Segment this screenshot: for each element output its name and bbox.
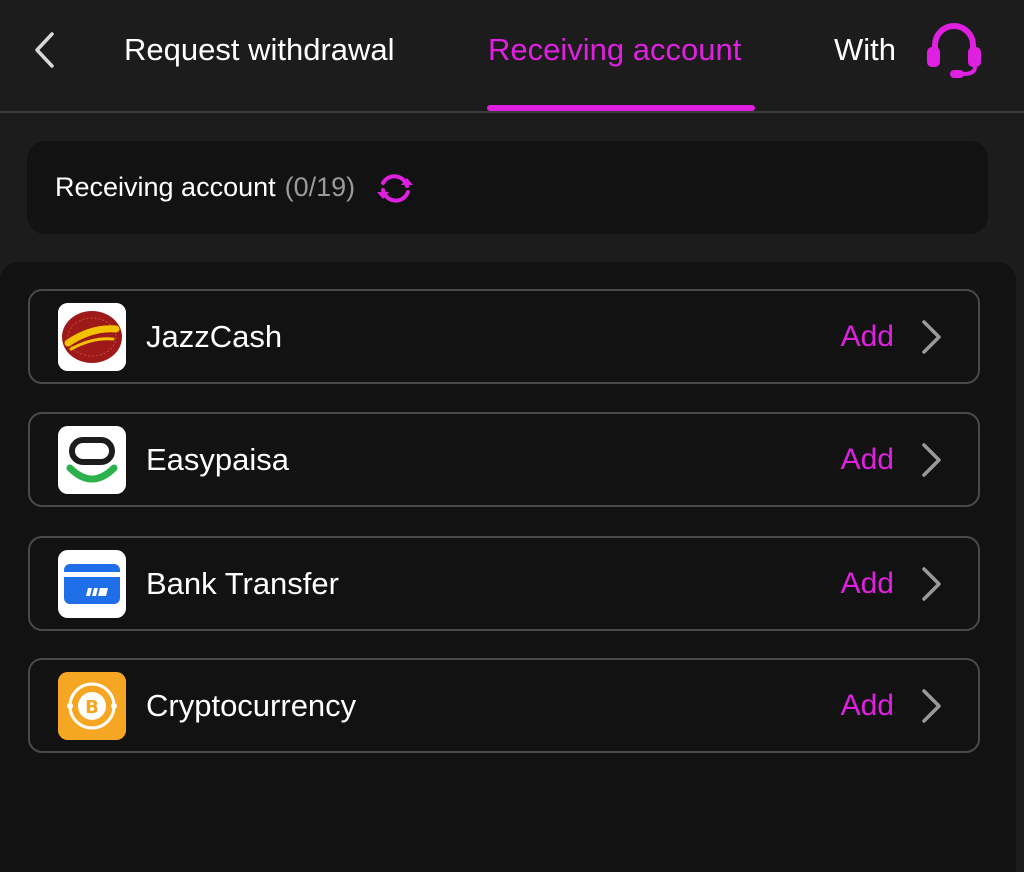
add-button[interactable]: Add bbox=[841, 443, 894, 477]
active-tab-indicator bbox=[487, 105, 755, 111]
bitcoin-icon: B bbox=[58, 671, 126, 740]
jazzcash-logo bbox=[58, 302, 126, 371]
add-button[interactable]: Add bbox=[841, 567, 894, 601]
chevron-right-icon bbox=[916, 686, 946, 726]
summary-label: Receiving account bbox=[55, 172, 276, 202]
method-name: Easypaisa bbox=[146, 441, 290, 477]
tab-withdrawal-record[interactable]: Withdrawal record bbox=[834, 28, 894, 72]
tab-receiving-account[interactable]: Receiving account bbox=[488, 28, 741, 72]
method-name: JazzCash bbox=[146, 318, 283, 354]
svg-text:B: B bbox=[85, 697, 99, 718]
tab-request-withdrawal[interactable]: Request withdrawal bbox=[124, 28, 395, 72]
add-button[interactable]: Add bbox=[841, 320, 894, 354]
easypaisa-logo bbox=[58, 425, 126, 494]
refresh-button[interactable] bbox=[373, 166, 417, 210]
chevron-right-icon bbox=[916, 564, 946, 604]
top-nav: Request withdrawal Receiving account Wit… bbox=[0, 0, 1024, 113]
receiving-account-summary: Receiving account (0/19) bbox=[27, 141, 988, 234]
chevron-right-icon bbox=[916, 440, 946, 480]
chevron-right-icon bbox=[916, 317, 946, 357]
refresh-icon bbox=[377, 173, 414, 203]
method-name: Bank Transfer bbox=[146, 565, 339, 601]
customer-support-button[interactable] bbox=[920, 20, 988, 82]
add-button[interactable]: Add bbox=[841, 689, 894, 723]
bank-card-icon bbox=[58, 549, 126, 618]
tab-bar: Request withdrawal Receiving account Wit… bbox=[0, 0, 1024, 113]
account-count: (0/19) bbox=[284, 172, 356, 202]
method-name: Cryptocurrency bbox=[146, 687, 357, 723]
method-cryptocurrency[interactable]: B Cryptocurrency Add bbox=[28, 658, 980, 753]
method-bank-transfer[interactable]: Bank Transfer Add bbox=[28, 536, 980, 631]
headset-icon bbox=[927, 23, 981, 78]
method-easypaisa[interactable]: Easypaisa Add bbox=[28, 412, 980, 507]
method-jazzcash[interactable]: JazzCash Add bbox=[28, 289, 980, 384]
